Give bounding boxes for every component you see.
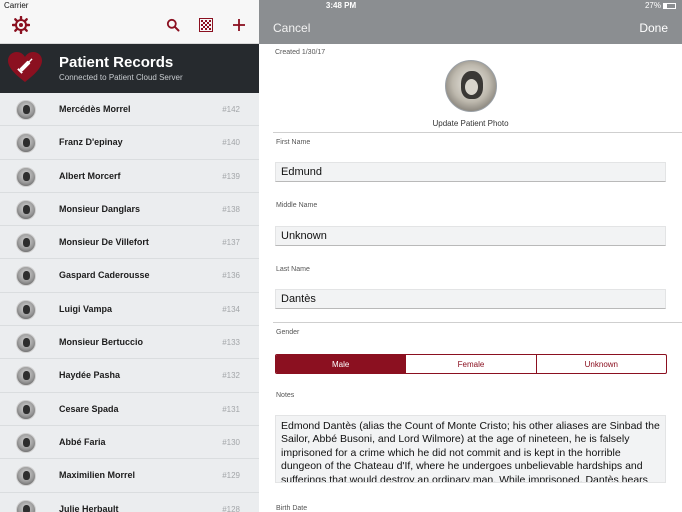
qr-code-icon[interactable] [197, 16, 215, 34]
first-name-label: First Name [276, 139, 311, 146]
notes-field[interactable]: Edmond Dantès (alias the Count of Monte … [275, 415, 666, 483]
battery-indicator: 27% [645, 1, 676, 10]
patient-number: #131 [222, 404, 240, 414]
patient-number: #132 [222, 371, 240, 381]
patient-number: #128 [222, 504, 240, 512]
patient-avatar [16, 199, 36, 220]
gender-segmented-control: Male Female Unknown [275, 354, 667, 374]
patient-detail-panel: Cancel Done Created 1/30/17 Update Patie… [259, 0, 682, 512]
patient-row[interactable]: Monsieur Danglars #138 [0, 193, 259, 227]
patient-list-panel: Patient Records Connected to Patient Clo… [0, 0, 259, 512]
cancel-button[interactable]: Cancel [273, 21, 310, 35]
patient-name: Abbé Faria [59, 436, 106, 447]
patient-name: Albert Morcerf [59, 170, 121, 181]
gender-option-male[interactable]: Male [276, 355, 407, 373]
patient-number: #134 [222, 304, 240, 314]
first-name-field[interactable] [275, 162, 666, 182]
patient-name: Haydée Pasha [59, 370, 121, 381]
patient-row[interactable]: Cesare Spada #131 [0, 393, 259, 426]
patient-name: Maximilien Morrel [59, 470, 136, 481]
gender-option-unknown[interactable]: Unknown [537, 355, 666, 373]
patient-number: #130 [222, 437, 240, 447]
patient-avatar [16, 133, 36, 154]
patient-avatar [16, 366, 36, 387]
heart-logo-icon [8, 52, 42, 82]
patient-avatar [16, 166, 36, 187]
patient-row[interactable]: Abbé Faria #130 [0, 426, 259, 460]
patient-avatar [16, 266, 36, 287]
patient-name: Cesare Spada [59, 403, 119, 414]
patient-avatar [16, 432, 36, 453]
patient-row[interactable]: Franz D'epinay #140 [0, 126, 259, 160]
patient-name: Mercédès Morrel [59, 104, 131, 114]
battery-percent: 27% [644, 1, 661, 10]
birth-date-label: Birth Date [276, 505, 308, 512]
patient-list: Mercédès Morrel #142 Franz D'epinay #140 A… [0, 93, 259, 512]
patient-avatar [16, 333, 36, 354]
clock: 3:48 PM [325, 1, 357, 10]
add-icon[interactable] [230, 16, 248, 34]
patient-number: #136 [222, 271, 240, 281]
patient-number: #140 [222, 138, 240, 148]
search-icon[interactable] [164, 16, 182, 34]
patient-number: #133 [222, 338, 240, 348]
patient-row[interactable]: Monsieur Bertuccio #133 [0, 326, 259, 360]
connection-status: Connected to Patient Cloud Server [59, 73, 183, 82]
gear-icon[interactable] [12, 16, 30, 34]
gender-label: Gender [276, 329, 300, 336]
middle-name-field[interactable] [275, 226, 666, 246]
status-bar: Carrier 3:48 PM 27% [0, 0, 682, 12]
patient-name: Luigi Vampa [59, 303, 113, 314]
update-photo-link[interactable]: Update Patient Photo [259, 119, 682, 128]
patient-number: #142 [222, 105, 240, 114]
patient-avatar [16, 399, 36, 420]
done-button[interactable]: Done [639, 21, 668, 35]
patient-name: Monsieur Bertuccio [59, 337, 144, 348]
patient-photo[interactable] [445, 60, 497, 112]
patient-row[interactable]: Gaspard Caderousse #136 [0, 259, 259, 293]
patient-row[interactable]: Luigi Vampa #134 [0, 293, 259, 327]
patient-avatar [16, 299, 36, 320]
middle-name-label: Middle Name [276, 202, 318, 209]
patient-avatar [16, 466, 36, 487]
patient-row[interactable]: Julie Herbault #128 [0, 493, 259, 512]
last-name-label: Last Name [276, 266, 310, 273]
notes-label: Notes [276, 392, 295, 399]
gender-option-female[interactable]: Female [406, 355, 537, 373]
patient-name: Monsieur Danglars [59, 203, 141, 214]
notes-text: Edmond Dantès (alias the Count of Monte … [281, 420, 660, 483]
last-name-field[interactable] [275, 289, 666, 309]
patient-row[interactable]: Maximilien Morrel #129 [0, 459, 259, 493]
app-title: Patient Records [59, 54, 174, 71]
patient-number: #139 [222, 171, 240, 181]
patient-number: #138 [222, 204, 240, 214]
patient-name: Julie Herbault [59, 503, 119, 512]
patient-number: #129 [222, 471, 240, 481]
created-date: Created 1/30/17 [275, 49, 326, 56]
patient-number: #137 [222, 238, 240, 248]
divider [273, 322, 682, 323]
patient-name: Monsieur De Villefort [59, 237, 149, 248]
patient-name: Franz D'epinay [59, 137, 123, 148]
patient-row[interactable]: Mercédès Morrel #142 [0, 93, 259, 127]
battery-icon [663, 3, 676, 9]
patient-avatar [16, 233, 36, 254]
divider [273, 132, 682, 133]
patient-row[interactable]: Monsieur De Villefort #137 [0, 226, 259, 260]
patient-row[interactable]: Haydée Pasha #132 [0, 359, 259, 393]
patient-row[interactable]: Albert Morcerf #139 [0, 160, 259, 193]
patient-avatar [16, 100, 36, 120]
patient-avatar [16, 499, 36, 512]
app-header: Patient Records Connected to Patient Clo… [0, 44, 259, 93]
patient-name: Gaspard Caderousse [59, 270, 150, 281]
